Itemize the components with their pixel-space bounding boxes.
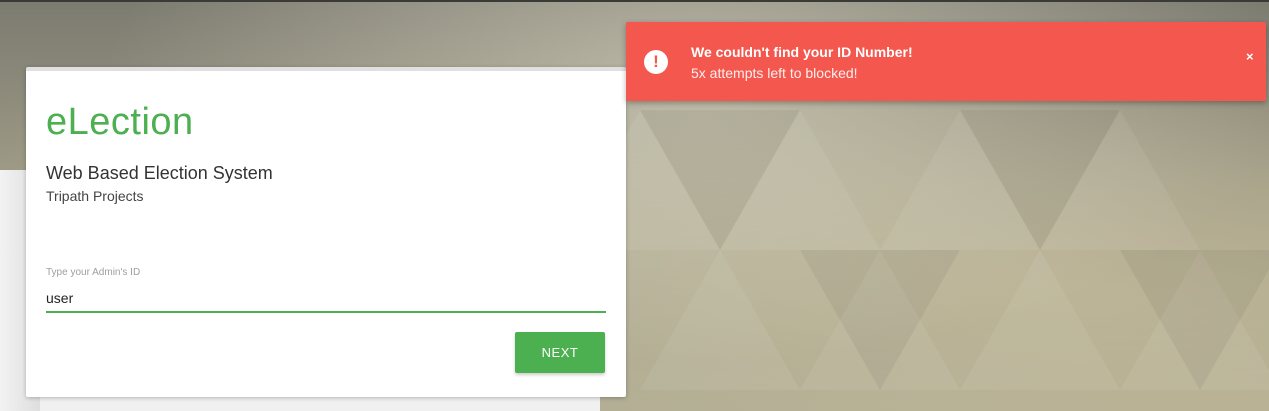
alert-message: 5x attempts left to blocked!: [691, 65, 858, 81]
error-alert: ! We couldn't find your ID Number! 5x at…: [626, 22, 1266, 101]
background-snow-bottom: [40, 396, 600, 411]
admin-id-label: Type your Admin's ID: [46, 267, 141, 278]
next-button[interactable]: NEXT: [515, 332, 605, 373]
login-card: eLection Web Based Election System Tripa…: [26, 67, 626, 397]
close-icon[interactable]: ×: [1246, 49, 1254, 64]
top-edge: [0, 0, 1269, 2]
admin-id-input[interactable]: [46, 285, 606, 313]
app-caption: Tripath Projects: [46, 188, 144, 204]
app-title: eLection: [46, 101, 194, 143]
exclamation-circle-icon: !: [644, 50, 668, 74]
alert-title: We couldn't find your ID Number!: [691, 44, 913, 60]
app-subtitle: Web Based Election System: [46, 163, 273, 183]
